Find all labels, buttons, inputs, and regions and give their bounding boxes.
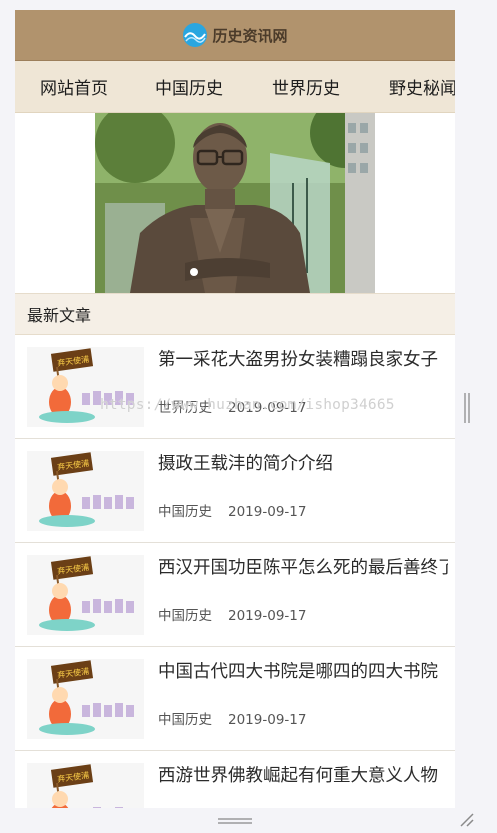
article-item[interactable]: 弃天使浦 摄政王载沣的简介介绍 中国历史 2019-09-17 — [15, 439, 455, 543]
scrollbar-handle[interactable] — [464, 393, 470, 423]
banner-carousel[interactable] — [15, 113, 455, 293]
article-title[interactable]: 摄政王载沣的简介介绍 — [158, 450, 448, 475]
article-date: 2019-09-17 — [228, 504, 307, 520]
banner-image[interactable] — [95, 113, 375, 293]
site-header: 历史资讯网 — [15, 10, 455, 61]
nav-item-home[interactable]: 网站首页 — [40, 74, 108, 99]
article-thumbnail[interactable]: 弃天使浦 — [27, 451, 144, 531]
drag-grip-icon[interactable] — [218, 817, 252, 825]
logo-icon — [183, 23, 208, 47]
article-category[interactable]: 中国历史 — [158, 608, 212, 624]
carousel-indicator-dot[interactable] — [190, 268, 198, 276]
article-thumbnail[interactable]: 弃天使浦 — [27, 347, 144, 427]
article-category[interactable]: 中国历史 — [158, 712, 212, 728]
article-date: 2019-09-17 — [228, 608, 307, 624]
article-category[interactable]: 中国历史 — [158, 504, 212, 520]
article-meta: 中国历史 2019-09-17 — [158, 500, 306, 520]
article-title[interactable]: 第一采花大盗男扮女装糟蹋良家女子 — [158, 346, 448, 371]
resize-handle-icon[interactable] — [458, 811, 474, 827]
article-item[interactable]: 弃天使浦 中国古代四大书院是哪四的四大书院 中国历史 2019-09-17 — [15, 647, 455, 751]
article-item[interactable]: 弃天使浦 西游世界佛教崛起有何重大意义人物 — [15, 751, 455, 808]
article-title[interactable]: 西游世界佛教崛起有何重大意义人物 — [158, 762, 448, 787]
article-thumbnail[interactable]: 弃天使浦 — [27, 555, 144, 635]
nav-item-chinese-history[interactable]: 中国历史 — [155, 74, 223, 99]
article-thumbnail[interactable]: 弃天使浦 — [27, 659, 144, 739]
article-title[interactable]: 中国古代四大书院是哪四的四大书院 — [158, 658, 448, 683]
section-title: 最新文章 — [15, 293, 455, 335]
main-nav: 网站首页 中国历史 世界历史 野史秘闻 — [15, 61, 455, 113]
watermark-text: https://www.huzhan.com/ishop34665 — [100, 397, 395, 413]
site-name: 历史资讯网 — [212, 26, 288, 45]
site-logo[interactable]: 历史资讯网 — [182, 22, 288, 48]
article-item[interactable]: 弃天使浦 西汉开国功臣陈平怎么死的最后善终了吗 中国历史 2019-09-17 — [15, 543, 455, 647]
nav-item-world-history[interactable]: 世界历史 — [272, 74, 340, 99]
article-date: 2019-09-17 — [228, 712, 307, 728]
nav-item-unofficial-history[interactable]: 野史秘闻 — [389, 74, 455, 99]
article-title[interactable]: 西汉开国功臣陈平怎么死的最后善终了吗 — [158, 554, 448, 579]
article-item[interactable]: 弃天使浦 第一采花大盗男扮女装糟蹋良家女子 世界历史 2019-09-17 — [15, 335, 455, 439]
article-meta: 中国历史 2019-09-17 — [158, 708, 306, 728]
article-thumbnail[interactable]: 弃天使浦 — [27, 763, 144, 808]
article-meta: 中国历史 2019-09-17 — [158, 604, 306, 624]
